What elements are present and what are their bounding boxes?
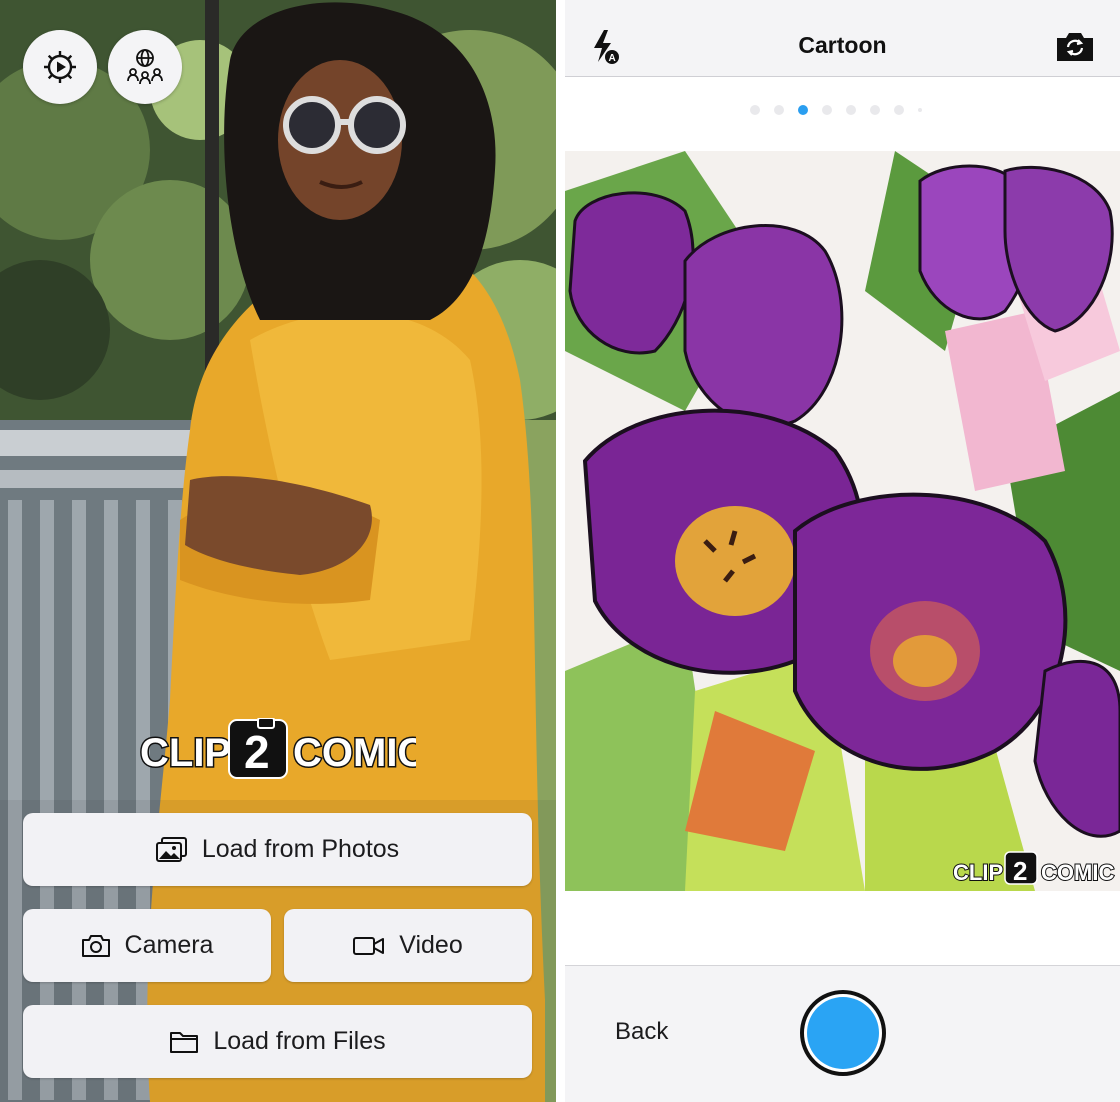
community-button[interactable]	[108, 30, 182, 104]
page-dot[interactable]	[750, 105, 760, 115]
svg-text:CLIP: CLIP	[140, 731, 231, 775]
page-dot-active[interactable]	[798, 105, 808, 115]
load-from-files-label: Load from Files	[213, 1027, 386, 1055]
load-from-photos-label: Load from Photos	[201, 835, 400, 863]
page-dot[interactable]	[822, 105, 832, 115]
gear-play-icon	[44, 51, 76, 83]
video-label: Video	[399, 931, 463, 959]
navigation-bar: A Cartoon	[565, 0, 1120, 77]
page-dot[interactable]	[870, 105, 880, 115]
settings-button[interactable]	[23, 30, 97, 104]
camera-icon	[81, 934, 110, 957]
photos-icon	[155, 836, 187, 862]
page-dot[interactable]	[918, 108, 922, 112]
screen-divider	[556, 0, 565, 1102]
page-dot[interactable]	[846, 105, 856, 115]
globe-people-icon	[127, 49, 163, 85]
svg-text:COMIC: COMIC	[1041, 860, 1114, 885]
svg-text:COMIC: COMIC	[293, 731, 416, 775]
cartoon-tulips-image: CLIP 2 COMIC	[565, 151, 1120, 891]
folder-icon	[170, 1031, 199, 1053]
page-dot[interactable]	[774, 105, 784, 115]
video-button[interactable]: Video	[284, 909, 532, 982]
page-dot[interactable]	[894, 105, 904, 115]
camera-switch-icon	[1057, 33, 1093, 61]
page-title: Cartoon	[798, 32, 887, 58]
load-from-files-button[interactable]: Load from Files	[23, 1005, 532, 1078]
shutter-button-inner	[807, 997, 879, 1069]
camera-preview[interactable]: CLIP 2 COMIC	[565, 151, 1120, 891]
camera-toolbar: Back	[565, 965, 1120, 1102]
page-indicator	[750, 105, 922, 115]
home-screen: CLIP 2 COMIC Load from Photos Camera Vid…	[0, 0, 556, 1102]
svg-text:2: 2	[244, 726, 270, 778]
back-button[interactable]: Back	[615, 1018, 668, 1046]
camera-label: Camera	[124, 931, 214, 959]
load-from-photos-button[interactable]: Load from Photos	[23, 813, 532, 886]
svg-text:2: 2	[1013, 856, 1027, 886]
clip2comic-logo: CLIP 2 COMIC	[140, 718, 416, 779]
shutter-button[interactable]	[800, 990, 886, 1076]
camera-screen: A Cartoon CLIP 2 COMIC Back	[565, 0, 1120, 1102]
camera-button[interactable]: Camera	[23, 909, 271, 982]
video-icon	[353, 936, 385, 955]
svg-text:CLIP: CLIP	[953, 860, 1003, 885]
switch-camera-button[interactable]	[1056, 32, 1094, 67]
